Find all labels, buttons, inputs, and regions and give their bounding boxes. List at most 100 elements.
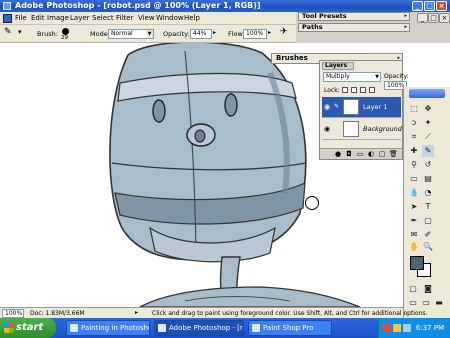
gradient-tool-icon[interactable]: ▤ <box>422 173 434 185</box>
doc-minimize-button[interactable]: _ <box>417 13 428 23</box>
eye-icon[interactable]: ◉ <box>324 125 332 133</box>
blur-tool-icon[interactable]: 💧 <box>408 187 420 199</box>
brush-cursor-icon <box>305 196 319 210</box>
magic-wand-icon[interactable]: ✦ <box>422 117 434 129</box>
tool-options-bar: ✎ ▾ Brush: 29 Mode: Normal ▼ Opacity: 44… <box>0 25 296 43</box>
menu-image[interactable]: Image <box>47 14 69 22</box>
menu-edit[interactable]: Edit <box>31 14 45 22</box>
system-tray: 6:37 PM <box>378 318 450 338</box>
zoom-field[interactable]: 100% <box>2 309 24 318</box>
photoshop-icon <box>3 2 11 10</box>
brush-size: 29 <box>61 35 68 41</box>
zoom-tool-icon[interactable]: 🔍 <box>422 241 434 253</box>
clone-stamp-icon[interactable]: ⚲ <box>408 159 420 171</box>
tray-network-icon[interactable] <box>393 324 401 332</box>
taskbar-button-label: Adobe Photoshop - [r... <box>169 324 244 332</box>
new-layer-icon[interactable]: ▢ <box>378 150 386 158</box>
taskbar-button-painting[interactable]: Painting in Photosho... <box>66 320 150 336</box>
adobe-online-icon[interactable] <box>409 89 445 98</box>
notes-tool-icon[interactable]: ✉ <box>408 229 420 241</box>
minimize-button[interactable]: _ <box>412 1 423 11</box>
foreground-color-swatch[interactable] <box>410 256 424 270</box>
palette-arrow-icon: ▸ <box>404 24 407 30</box>
tool-presets-label: Tool Presets <box>302 12 347 20</box>
taskbar-button-photoshop[interactable]: Adobe Photoshop - [r... <box>154 320 244 336</box>
shape-tool-icon[interactable]: ▢ <box>422 215 434 227</box>
doc-size-info: Doc: 1.83M/3.66M <box>30 310 85 317</box>
mode-select[interactable]: Normal ▼ <box>108 29 154 39</box>
tray-volume-icon[interactable] <box>403 324 411 332</box>
type-tool-icon[interactable]: T <box>422 201 434 213</box>
robot-eye-left <box>152 99 166 123</box>
eye-icon[interactable]: ◉ <box>324 103 332 111</box>
flow-field[interactable]: 100% <box>243 29 267 39</box>
flow-slider-arrow-icon[interactable]: ▸ <box>268 29 271 36</box>
move-tool-icon[interactable]: ✥ <box>422 103 434 115</box>
start-button[interactable]: start <box>0 318 56 338</box>
layer-set-icon[interactable]: ▭ <box>356 150 364 158</box>
menu-view[interactable]: View <box>138 14 155 22</box>
airbrush-icon[interactable]: ✈ <box>280 27 288 37</box>
brush-tool-icon[interactable]: ✎ <box>422 145 434 157</box>
menu-bar: File Edit Image Layer Select Filter View… <box>0 12 296 25</box>
trash-icon[interactable]: 🗑 <box>389 150 398 158</box>
windows-logo-icon <box>4 323 14 333</box>
hand-tool-icon[interactable]: ✋ <box>408 241 420 253</box>
tab-layers[interactable]: Layers <box>322 62 354 70</box>
lock-pixels-checkbox[interactable] <box>351 87 357 93</box>
tab-paths[interactable]: Paths ▸ <box>298 23 410 32</box>
pen-tool-icon[interactable]: ✒ <box>408 215 420 227</box>
menu-file[interactable]: File <box>15 14 27 22</box>
brush-tool-icon[interactable]: ✎ <box>4 27 12 37</box>
lock-all-checkbox[interactable] <box>369 87 375 93</box>
slice-tool-icon[interactable]: ⟋ <box>422 131 434 143</box>
opacity-slider-arrow-icon[interactable]: ▸ <box>213 29 216 36</box>
lock-transparency-checkbox[interactable] <box>342 87 348 93</box>
blend-mode-value: Multiply <box>326 73 350 80</box>
doc-restore-button[interactable]: □ <box>428 13 439 23</box>
tray-app-icon[interactable] <box>383 324 391 332</box>
paintbrush-icon: ✎ <box>334 103 340 110</box>
dodge-tool-icon[interactable]: ◔ <box>422 187 434 199</box>
chevron-down-icon: ▼ <box>146 30 153 38</box>
doc-close-button[interactable]: × <box>439 13 450 23</box>
screen-mode-full-menu-icon[interactable]: ▭ <box>420 297 432 309</box>
brush-preview-icon[interactable] <box>62 28 69 35</box>
layer-row[interactable]: ◉ ✎ Layer 1 <box>322 97 401 118</box>
close-button[interactable]: × <box>436 1 447 11</box>
adjustment-layer-icon[interactable]: ◐ <box>367 150 375 158</box>
healing-brush-icon[interactable]: ✚ <box>408 145 420 157</box>
menu-filter[interactable]: Filter <box>116 14 133 22</box>
layer-mask-icon[interactable]: ◘ <box>345 150 353 158</box>
menu-help[interactable]: Help <box>184 14 200 22</box>
menu-window[interactable]: Window <box>156 14 184 22</box>
blend-mode-select[interactable]: Multiply ▼ <box>323 72 381 82</box>
eyedropper-icon[interactable]: ✐ <box>422 229 434 241</box>
maximize-button[interactable]: □ <box>424 1 435 11</box>
layers-palette: Layers Multiply ▼ Opacity: 100% Lock: ◉ … <box>319 60 409 160</box>
layer-row[interactable]: ◉ Background <box>322 119 402 140</box>
screen-mode-standard-icon[interactable]: ▭ <box>407 297 419 309</box>
lock-position-checkbox[interactable] <box>360 87 366 93</box>
layer-thumbnail <box>343 99 359 115</box>
screen-mode-full-icon[interactable]: ▬ <box>433 297 445 309</box>
start-label: start <box>16 322 44 333</box>
history-brush-icon[interactable]: ↺ <box>422 159 434 171</box>
path-selection-icon[interactable]: ➤ <box>408 201 420 213</box>
eraser-tool-icon[interactable]: ▭ <box>408 173 420 185</box>
status-menu-arrow-icon[interactable]: ▸ <box>135 309 138 316</box>
tab-tool-presets[interactable]: Tool Presets ▸ <box>298 12 410 21</box>
photoshop-menu-icon[interactable] <box>3 14 12 23</box>
menu-layer[interactable]: Layer <box>70 14 90 22</box>
marquee-tool-icon[interactable]: ⬚ <box>408 103 420 115</box>
opacity-label: Opacity: <box>163 30 190 38</box>
lasso-tool-icon[interactable]: ↄ <box>408 117 420 129</box>
layer-style-icon[interactable]: ● <box>334 150 342 158</box>
quick-mask-icon[interactable]: ◙ <box>422 283 434 295</box>
tool-preset-chevron-icon[interactable]: ▾ <box>18 28 22 36</box>
crop-tool-icon[interactable]: ⌗ <box>408 131 420 143</box>
menu-select[interactable]: Select <box>92 14 114 22</box>
standard-mode-icon[interactable]: ▢ <box>407 283 419 295</box>
taskbar-button-paintshop[interactable]: Paint Shop Pro <box>248 320 332 336</box>
opacity-field[interactable]: 44% <box>190 29 212 39</box>
